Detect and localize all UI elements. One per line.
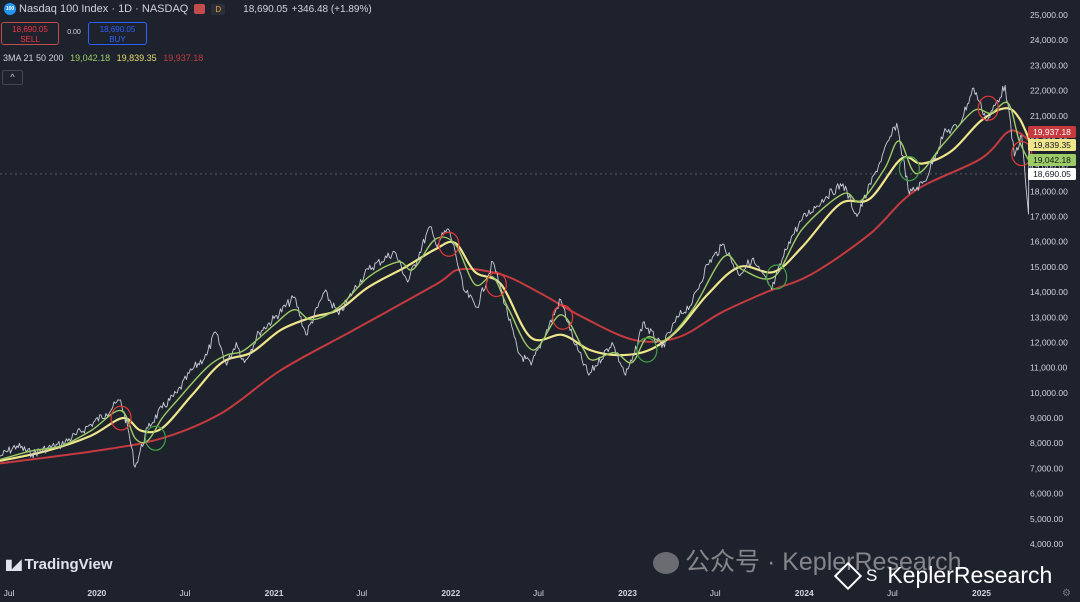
y-tick-label: 8,000.00 — [1030, 438, 1063, 448]
x-axis[interactable]: Jul 2020 Jul 2021 Jul 2022 Jul 2023 Jul 2024 Jul 20… — [4, 588, 992, 598]
collapse-legend-icon[interactable]: ^ — [2, 70, 23, 85]
x-tick-label: Jul — [710, 588, 721, 598]
buy-label: BUY — [109, 35, 126, 44]
x-tick-label: Jul — [887, 588, 898, 598]
price-tag-text: 19,042.18 — [1033, 155, 1071, 165]
kepler-logo-icon — [833, 561, 863, 590]
ma200-value: 19,937.18 — [163, 53, 204, 63]
sell-price: 18,690.05 — [12, 25, 48, 34]
y-tick-label: 4,000.00 — [1030, 539, 1063, 549]
x-tick-label: 2023 — [618, 588, 637, 598]
wechat-icon — [653, 552, 679, 575]
series-price[interactable] — [0, 85, 1032, 468]
settings-gear-icon[interactable]: ⚙ — [1062, 588, 1071, 599]
price-tag-text: 19,937.18 — [1033, 127, 1071, 137]
last-price: 18,690.05 — [243, 3, 288, 15]
price-scale-labels: 19,937.18 19,839.35 19,042.18 18,690.05 — [1028, 126, 1076, 180]
y-axis[interactable]: 25,000.00 24,000.00 23,000.00 22,000.00 21,0… — [1030, 10, 1068, 549]
price-tag-text: 19,839.35 — [1033, 140, 1071, 150]
nasdaq-100-logo-icon: 100 — [4, 3, 16, 15]
y-tick-label: 15,000.00 — [1030, 262, 1068, 272]
buy-button[interactable]: 18,690.05 BUY — [88, 22, 147, 45]
kepler-watermark: S KeplerResearch — [833, 561, 1053, 590]
y-tick-label: 25,000.00 — [1030, 10, 1068, 20]
tradingview-label: TradingView — [24, 556, 113, 573]
y-tick-label: 24,000.00 — [1030, 35, 1068, 45]
y-tick-label: 16,000.00 — [1030, 237, 1068, 247]
ma50-value: 19,839.35 — [116, 53, 157, 63]
red-signal-circle — [485, 271, 507, 298]
symbol-header[interactable]: 100 Nasdaq 100 Index · 1D · NASDAQ D 18,… — [4, 2, 372, 16]
y-tick-label: 11,000.00 — [1030, 363, 1067, 373]
price-chart[interactable]: 25,000.00 24,000.00 23,000.00 22,000.00 21,0… — [0, 0, 1080, 602]
y-tick-label: 23,000.00 — [1030, 60, 1068, 70]
y-tick-label: 5,000.00 — [1030, 514, 1063, 524]
market-status-icon — [194, 4, 206, 14]
buy-price: 18,690.05 — [99, 25, 136, 34]
x-tick-label: 2022 — [441, 588, 460, 598]
x-tick-label: 2020 — [87, 588, 106, 598]
x-tick-label: Jul — [4, 588, 15, 598]
x-tick-label: Jul — [533, 588, 544, 598]
price-tag-text: 18,690.05 — [1033, 169, 1071, 179]
y-tick-label: 22,000.00 — [1030, 86, 1068, 96]
y-tick-label: 21,000.00 — [1030, 111, 1068, 121]
x-tick-label: 2024 — [795, 588, 814, 598]
symbol-title[interactable]: Nasdaq 100 Index · 1D · NASDAQ — [19, 3, 188, 15]
tradingview-logo[interactable]: ▮◢ TradingView — [5, 556, 113, 573]
price-change: +346.48 (+1.89%) — [291, 3, 372, 15]
y-tick-label: 13,000.00 — [1030, 312, 1068, 322]
ma21-value: 19,042.18 — [70, 53, 111, 63]
ma-legend-title[interactable]: 3MA 21 50 200 — [3, 53, 64, 63]
sell-label: SELL — [20, 35, 40, 44]
y-tick-label: 6,000.00 — [1030, 489, 1063, 499]
tradingview-mark-icon: ▮◢ — [5, 556, 22, 572]
y-tick-label: 17,000.00 — [1030, 212, 1068, 222]
x-tick-label: Jul — [180, 588, 191, 598]
y-tick-label: 10,000.00 — [1030, 388, 1068, 398]
kepler-watermark-text: KeplerResearch — [887, 562, 1053, 588]
series-group — [0, 85, 1033, 468]
x-tick-label: 2021 — [265, 588, 284, 598]
green-signal-circle — [898, 156, 920, 182]
y-tick-label: 12,000.00 — [1030, 337, 1068, 347]
sell-button[interactable]: 18,690.05 SELL — [1, 22, 59, 45]
y-tick-label: 9,000.00 — [1030, 413, 1063, 423]
interval-badge[interactable]: D — [211, 3, 226, 15]
x-tick-label: Jul — [356, 588, 367, 598]
red-signal-circle — [552, 304, 574, 330]
kepler-s-mark: S — [866, 565, 878, 585]
series-ma-50[interactable] — [0, 107, 1033, 462]
y-tick-label: 18,000.00 — [1030, 186, 1068, 196]
ma-legend[interactable]: 3MA 21 50 200 19,042.18 19,839.35 19,937… — [3, 53, 207, 63]
green-signal-circle — [766, 264, 788, 290]
x-tick-label: 2025 — [972, 588, 991, 598]
spread-value: 0.00 — [67, 29, 81, 36]
y-tick-label: 7,000.00 — [1030, 463, 1063, 473]
y-tick-label: 14,000.00 — [1030, 287, 1068, 297]
